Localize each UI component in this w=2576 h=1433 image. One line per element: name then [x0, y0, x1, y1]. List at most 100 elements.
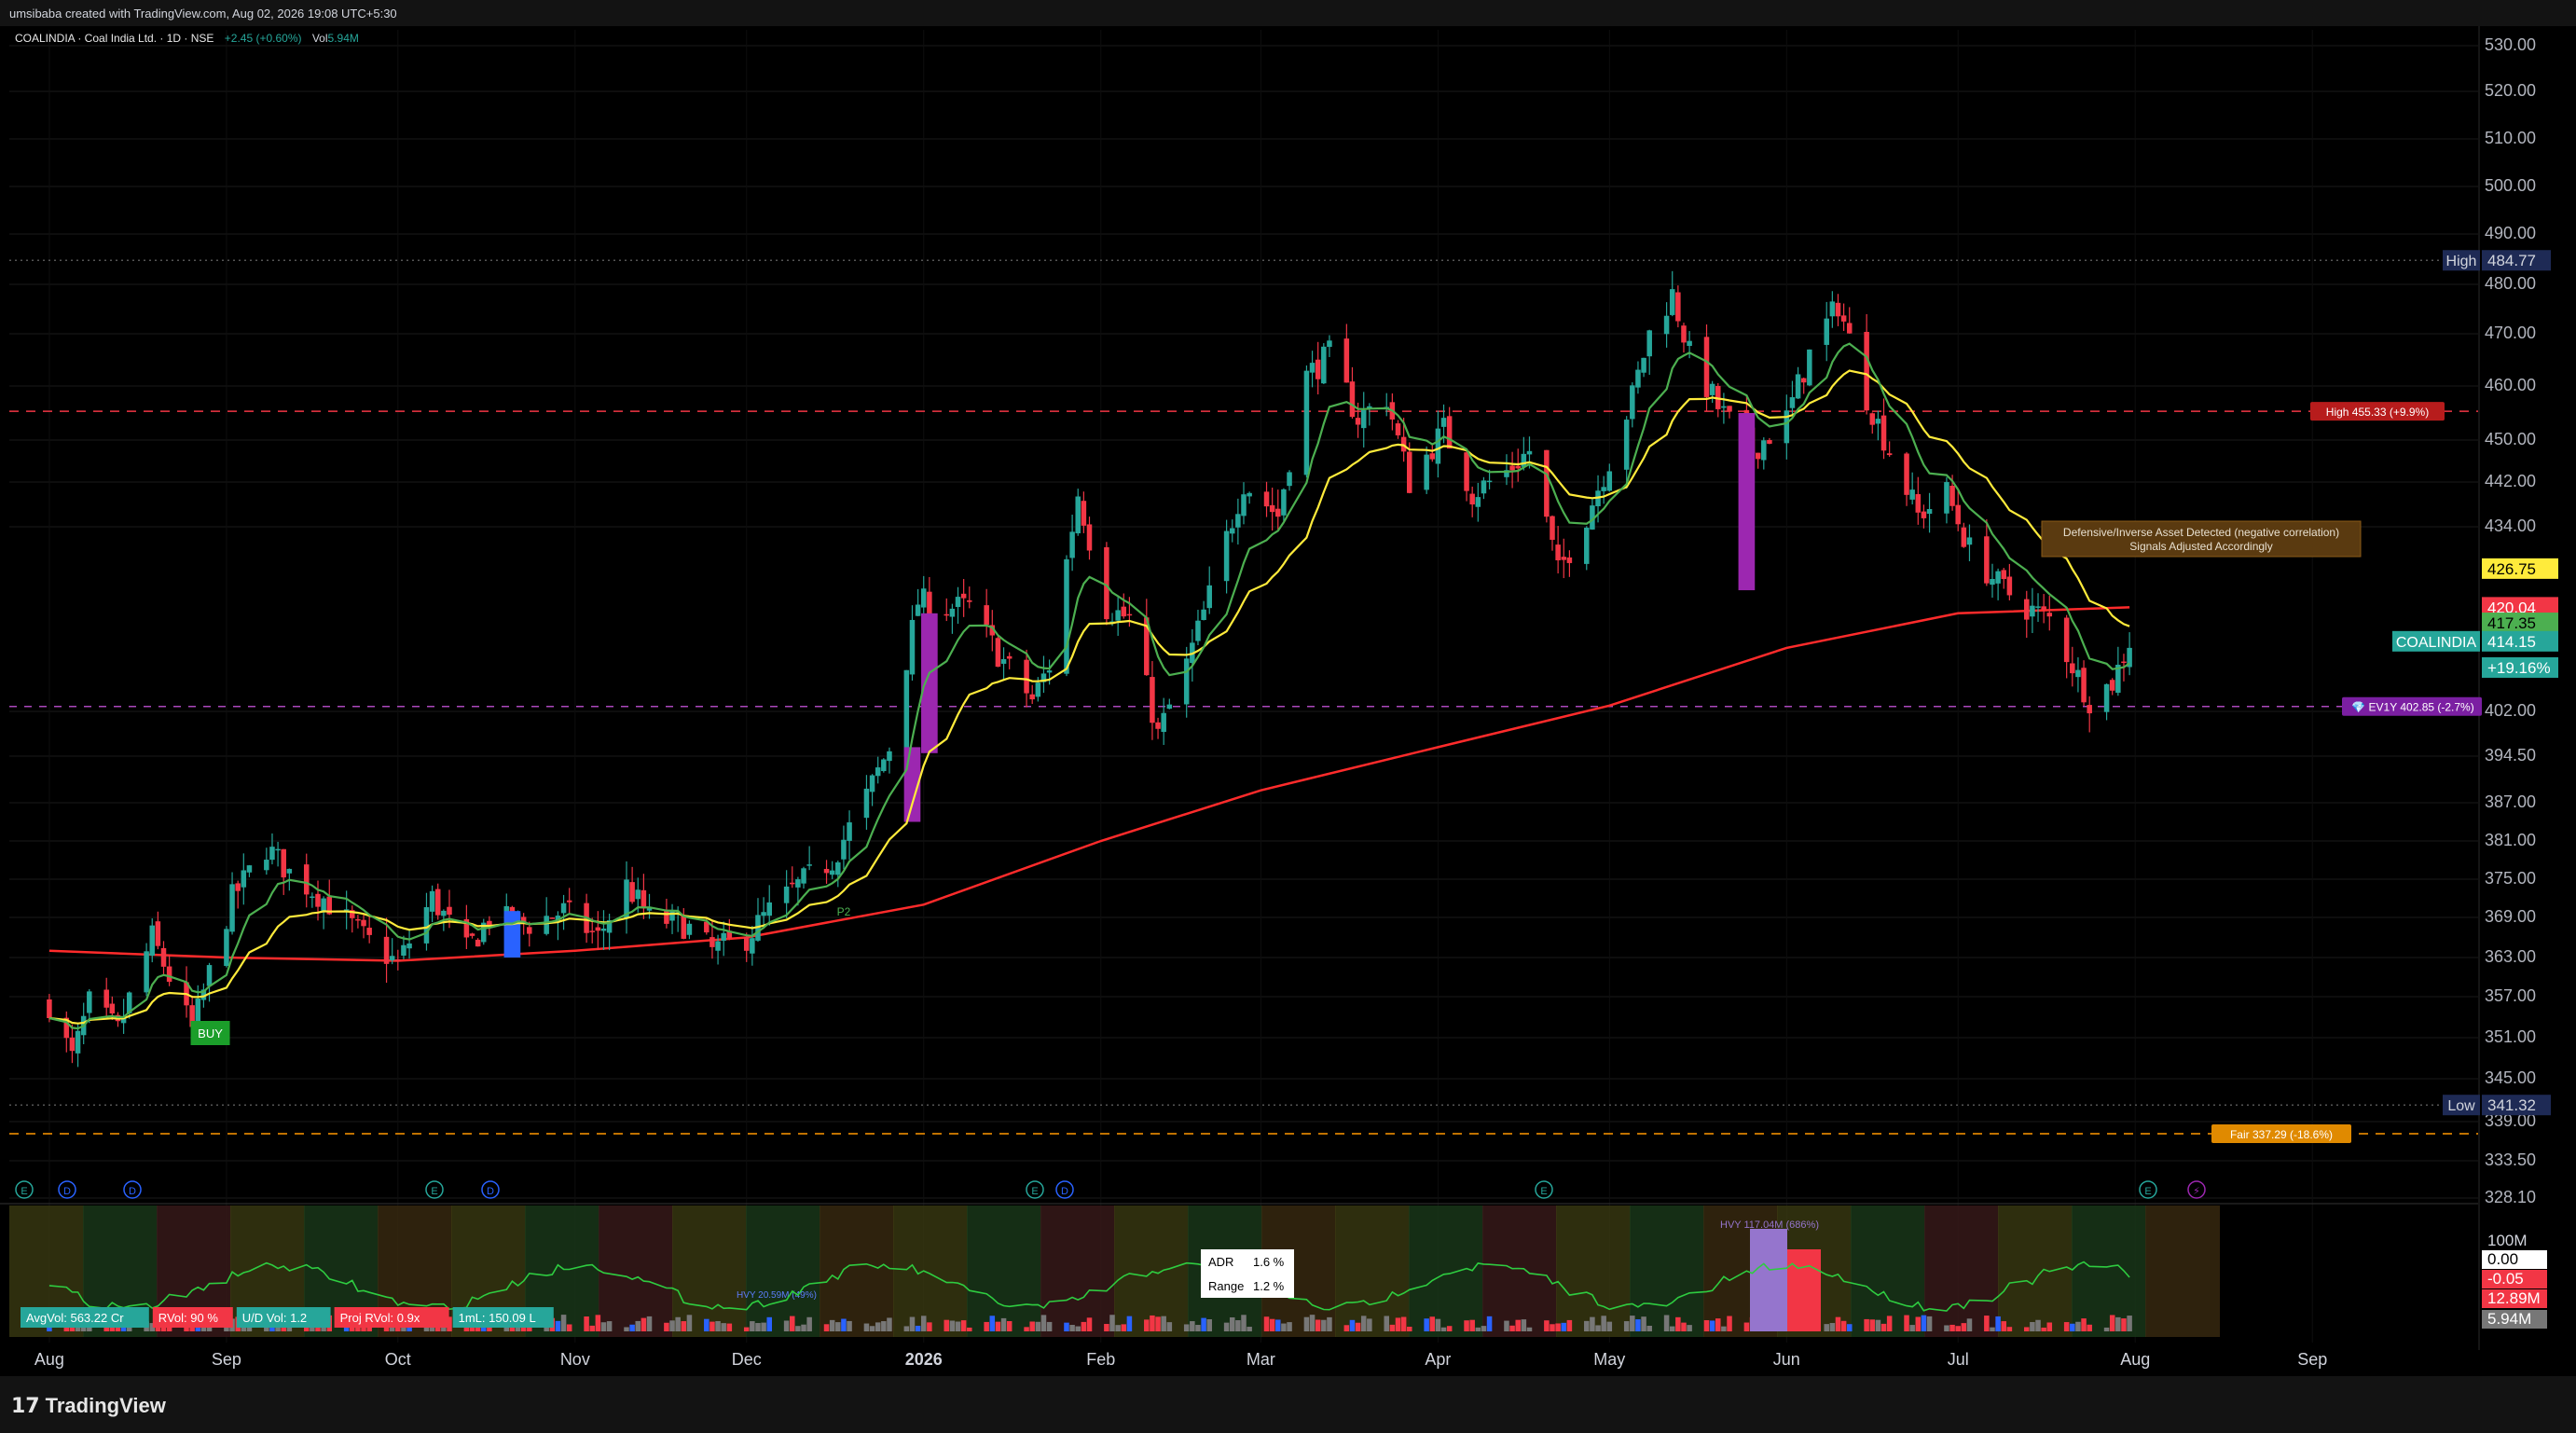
- volume-bar: [1475, 1327, 1481, 1331]
- candle-body: [1281, 489, 1287, 516]
- candle-body: [721, 932, 726, 942]
- volume-bar: [1309, 1315, 1316, 1331]
- candle-body: [1663, 315, 1670, 335]
- volume-bar: [829, 1319, 835, 1331]
- volume-bar: [1395, 1317, 1401, 1331]
- volume-bar: [1829, 1323, 1836, 1331]
- volume-bar: [1875, 1319, 1881, 1331]
- volume-bar: [1880, 1323, 1887, 1331]
- volume-bar: [949, 1320, 956, 1331]
- candle-body: [1761, 440, 1767, 461]
- candle-body: [447, 906, 452, 916]
- candle-body: [967, 599, 972, 602]
- volume-bar: [1566, 1319, 1573, 1331]
- candle-body: [1263, 491, 1270, 507]
- tradingview-logo[interactable]: 𝟭𝟳 TradingView: [11, 1394, 166, 1418]
- volume-bar: [1086, 1317, 1093, 1331]
- price-tag-text: 414.15: [2487, 633, 2536, 651]
- candle-body: [2103, 683, 2110, 712]
- fair-level-tag-text: Fair 337.29 (-18.6%): [2230, 1128, 2333, 1141]
- regime-band: [1335, 1206, 1410, 1337]
- candle-body: [1909, 489, 1915, 500]
- candle-body: [441, 910, 447, 916]
- volume-bar: [1949, 1324, 1955, 1331]
- candle-body: [1824, 318, 1829, 345]
- candle-body: [224, 929, 229, 967]
- candle-body: [1566, 557, 1573, 563]
- candle-body: [1544, 449, 1550, 517]
- x-tick-label: Sep: [212, 1350, 241, 1369]
- volume-bar: [1703, 1320, 1710, 1331]
- candle-body: [1075, 496, 1081, 534]
- candle-body: [1315, 359, 1321, 379]
- candle-body: [1475, 497, 1481, 507]
- candle-body: [1223, 530, 1230, 582]
- price-chart[interactable]: 530.00 520.00 510.00 500.00 490.00 480.00 470.…: [0, 26, 2576, 1376]
- volume-bar: [755, 1323, 761, 1331]
- volume-bar: [1024, 1327, 1029, 1331]
- annotation-line-2: Signals Adjusted Accordingly: [2129, 540, 2272, 553]
- blue-volume-candle: [503, 911, 521, 958]
- candle-body: [395, 958, 401, 961]
- volume-bar: [1144, 1319, 1150, 1331]
- candle-body: [1515, 465, 1521, 469]
- x-tick-label: Nov: [560, 1350, 590, 1369]
- candle-body: [823, 869, 830, 874]
- candle-body: [869, 775, 875, 792]
- volume-bar: [721, 1323, 726, 1331]
- candle-body: [560, 903, 567, 914]
- candle-body: [955, 597, 961, 608]
- range-label: Range: [1208, 1279, 1244, 1293]
- candle-body: [1966, 537, 1973, 545]
- volume-bar: [915, 1325, 921, 1331]
- volume-bar: [1966, 1318, 1973, 1331]
- volume-bar: [1269, 1318, 1275, 1331]
- candle-body: [1029, 694, 1035, 700]
- ev1y-level-tag-text: 💎 EV1Y 402.85 (-2.7%): [2351, 701, 2473, 714]
- volume-bar: [1521, 1319, 1527, 1331]
- volume-bar: [1201, 1317, 1206, 1331]
- candle-body: [1086, 524, 1093, 551]
- volume-bar: [1743, 1322, 1750, 1331]
- x-tick-label: Mar: [1247, 1350, 1275, 1369]
- candle-body: [1287, 472, 1292, 487]
- candle-body: [544, 916, 549, 934]
- candle-body: [1526, 450, 1533, 455]
- volume-bar: [2075, 1321, 2081, 1331]
- candle-body: [1155, 722, 1161, 729]
- high-level-tag-text: High 455.33 (+9.9%): [2326, 406, 2429, 419]
- candle-body: [103, 989, 109, 1008]
- candle-body: [595, 927, 601, 931]
- candle-body: [589, 930, 595, 932]
- candle-body: [1235, 514, 1241, 528]
- volume-bar: [823, 1324, 830, 1331]
- candle-body: [881, 759, 887, 772]
- regime-band: [672, 1206, 747, 1337]
- candle-body: [829, 870, 835, 875]
- y-tick-label: 394.50: [2485, 746, 2536, 765]
- volume-bar: [1161, 1316, 1166, 1331]
- volume-bar: [2109, 1315, 2115, 1331]
- indicator-stat-text: 1mL: 150.09 L: [459, 1311, 536, 1325]
- candle-body: [264, 860, 269, 871]
- volume-bar: [2063, 1322, 2070, 1331]
- volume-bar: [2046, 1322, 2053, 1331]
- symbol-legend[interactable]: COALINDIA · Coal India Ltd. · 1D · NSE +…: [15, 32, 359, 45]
- volume-bar: [1481, 1326, 1487, 1331]
- candle-body: [1703, 337, 1710, 397]
- candle-body: [1846, 323, 1853, 334]
- bottom-bar: [0, 1376, 2576, 1433]
- event-marker-letter: D: [487, 1186, 494, 1197]
- event-marker-letter: E: [2144, 1186, 2151, 1197]
- candle-body: [1641, 357, 1646, 373]
- candle-body: [806, 864, 812, 866]
- candle-body: [635, 889, 641, 900]
- volume-bar: [669, 1320, 675, 1331]
- candle-body: [2024, 599, 2030, 620]
- x-tick-label: Feb: [1086, 1350, 1115, 1369]
- event-marker-letter: E: [1031, 1186, 1038, 1197]
- candle-body: [269, 847, 275, 861]
- candle-body: [1606, 471, 1613, 491]
- volume-bar: [1544, 1320, 1550, 1331]
- candle-body: [1800, 378, 1807, 383]
